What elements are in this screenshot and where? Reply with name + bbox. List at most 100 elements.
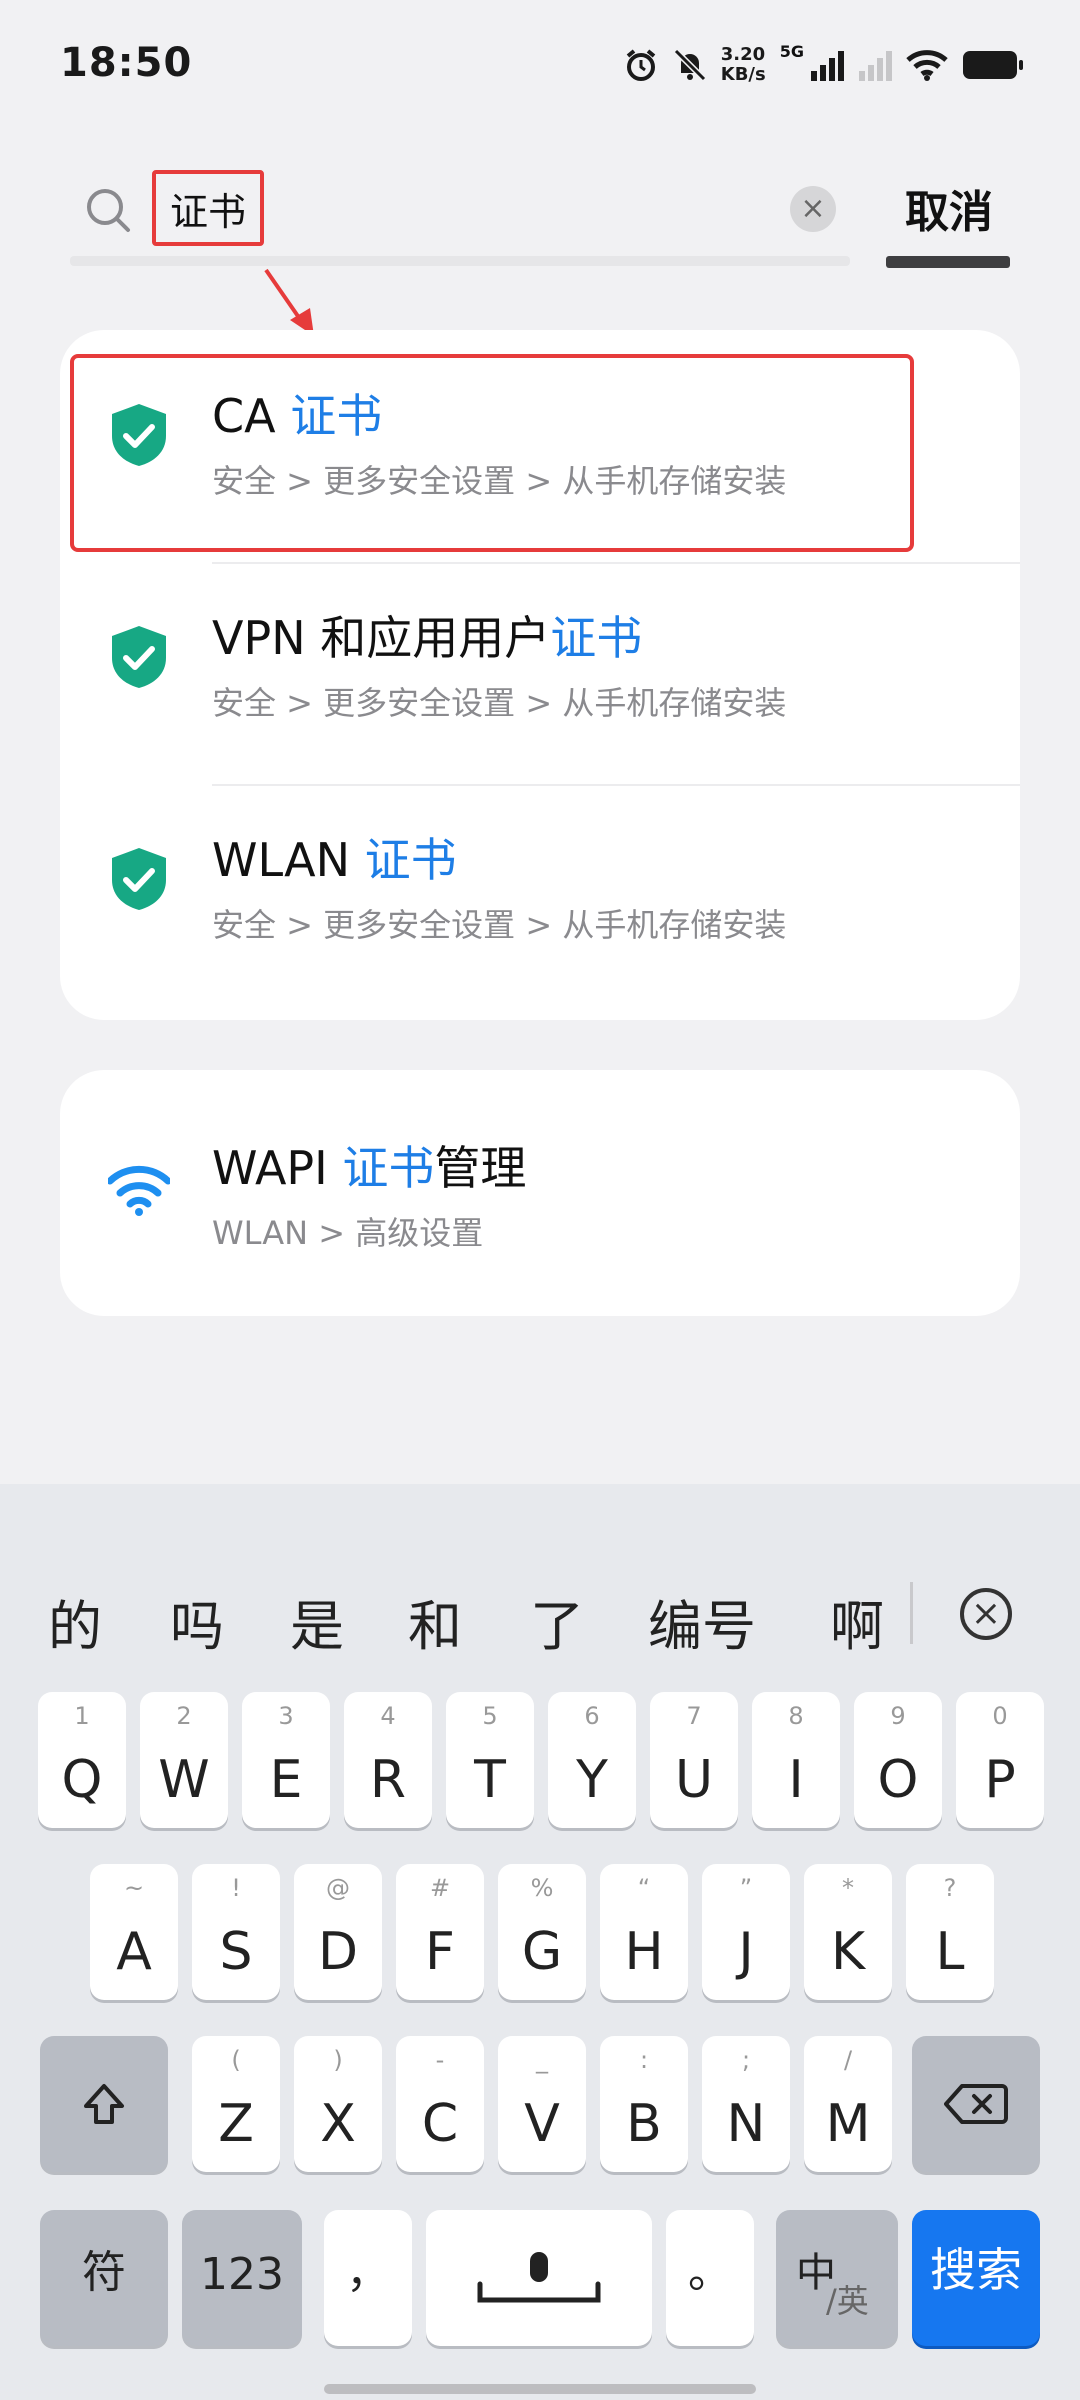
wifi-status-icon <box>906 50 948 81</box>
results-card-wlan: WAPI 证书管理 WLAN > 高级设置 <box>60 1070 1020 1316</box>
key-f[interactable]: # F <box>396 1864 484 2000</box>
candidate-bar: 的 吗 是 和 了 编号 啊 × <box>0 1484 1080 1658</box>
key-d[interactable]: @ D <box>294 1864 382 2000</box>
key-sub: 0 <box>992 1702 1008 1730</box>
result-item-wlan-cert[interactable]: WLAN 证书 安全 > 更多安全设置 > 从手机存储安装 <box>60 774 1020 996</box>
key-main: M <box>825 2094 871 2154</box>
key-l[interactable]: ? L <box>906 1864 994 2000</box>
space-key[interactable] <box>426 2210 652 2346</box>
key-sub: 7 <box>686 1702 702 1730</box>
key-r[interactable]: 4R <box>344 1692 432 1828</box>
result-title-prefix: WAPI <box>212 1141 343 1195</box>
candidate-item[interactable]: 的 <box>48 1582 102 1661</box>
key-e[interactable]: 3E <box>242 1692 330 1828</box>
result-path: 安全 > 更多安全设置 > 从手机存储安装 <box>212 684 787 722</box>
result-title: VPN 和应用用户证书 <box>212 602 642 668</box>
key-main: 。 <box>688 2247 732 2298</box>
home-indicator[interactable] <box>324 2384 756 2394</box>
key-a[interactable]: ~ A <box>90 1864 178 2000</box>
key-sub: % <box>530 1874 554 1902</box>
shift-key[interactable] <box>40 2036 168 2172</box>
key-main: H <box>624 1922 664 1982</box>
key-main: R <box>369 1750 407 1810</box>
key-g[interactable]: % G <box>498 1864 586 2000</box>
key-main: K <box>830 1922 866 1982</box>
key-sub: ~ <box>123 1874 145 1902</box>
result-title-highlight: 证书 <box>342 1141 435 1195</box>
candidate-divider <box>910 1582 913 1644</box>
key-sub: 3 <box>278 1702 294 1730</box>
key-sub: / <box>843 2046 853 2074</box>
result-item-wapi-cert[interactable]: WAPI 证书管理 WLAN > 高级设置 <box>60 1082 1020 1304</box>
backspace-icon <box>944 2084 1008 2124</box>
result-item-vpn-cert[interactable]: VPN 和应用用户证书 安全 > 更多安全设置 > 从手机存储安装 <box>60 552 1020 774</box>
candidate-item[interactable]: 了 <box>530 1582 584 1661</box>
bell-off-icon <box>673 48 706 82</box>
key-main: P <box>984 1750 1016 1810</box>
key-sub: : <box>639 2046 649 2074</box>
collapse-candidates-button[interactable]: × <box>960 1588 1012 1640</box>
key-m[interactable]: / M <box>804 2036 892 2172</box>
speed-unit: KB/s <box>720 64 766 85</box>
key-z[interactable]: (Z <box>192 2036 280 2172</box>
search-underline <box>70 256 850 266</box>
symbols-key[interactable]: 符 <box>40 2210 168 2346</box>
period-key[interactable]: 。 <box>666 2210 754 2346</box>
candidate-item[interactable]: 和 <box>408 1582 462 1661</box>
key-v[interactable]: _ V <box>498 2036 586 2172</box>
result-path: WLAN > 高级设置 <box>212 1214 484 1252</box>
key-main: D <box>317 1922 359 1982</box>
backspace-key[interactable] <box>912 2036 1040 2172</box>
key-main: T <box>474 1750 506 1810</box>
key-h[interactable]: “H <box>600 1864 688 2000</box>
keyboard: 的 吗 是 和 了 编号 啊 × 1Q 2W 3E 4R 5T 6Y 7U 8I… <box>0 1484 1080 2400</box>
candidate-item[interactable]: 啊 <box>830 1582 884 1661</box>
key-j[interactable]: ” J <box>702 1864 790 2000</box>
candidate-item[interactable]: 是 <box>290 1582 344 1661</box>
key-q[interactable]: 1Q <box>38 1692 126 1828</box>
key-s[interactable]: ! S <box>192 1864 280 2000</box>
key-sub: 9 <box>890 1702 906 1730</box>
candidate-item[interactable]: 编号 <box>648 1582 756 1661</box>
key-t[interactable]: 5T <box>446 1692 534 1828</box>
key-y[interactable]: 6Y <box>548 1692 636 1828</box>
key-sub: _ <box>536 2046 548 2074</box>
microphone-icon <box>477 2252 601 2303</box>
search-icon <box>87 189 130 232</box>
key-main: U <box>674 1750 714 1810</box>
candidate-item[interactable]: 吗 <box>170 1582 224 1661</box>
close-icon: × <box>970 1593 1002 1634</box>
search-input[interactable]: 证书 <box>152 170 264 246</box>
key-x[interactable]: ) X <box>294 2036 382 2172</box>
key-k[interactable]: * K <box>804 1864 892 2000</box>
key-sub: - <box>435 2046 445 2074</box>
status-time: 18:50 <box>60 40 193 86</box>
language-switch-key[interactable]: 中 /英 <box>776 2210 898 2346</box>
key-i[interactable]: 8I <box>752 1692 840 1828</box>
key-sub: * <box>842 1874 854 1902</box>
key-main: N <box>726 2094 766 2154</box>
key-main: S <box>219 1922 253 1982</box>
status-icons: 3.20 KB/s 5G <box>623 40 1024 90</box>
key-c[interactable]: -C <box>396 2036 484 2172</box>
key-w[interactable]: 2W <box>140 1692 228 1828</box>
result-path: 安全 > 更多安全设置 > 从手机存储安装 <box>212 906 787 944</box>
key-sub: ? <box>943 1874 957 1902</box>
numbers-key[interactable]: 123 <box>182 2210 302 2346</box>
shield-check-icon <box>112 626 166 688</box>
comma-key[interactable]: ， <box>324 2210 412 2346</box>
search-key[interactable]: 搜索 <box>912 2210 1040 2346</box>
cancel-button[interactable]: 取消 <box>886 172 1012 244</box>
key-sub: ( <box>231 2046 241 2074</box>
key-u[interactable]: 7U <box>650 1692 738 1828</box>
key-sub: 5 <box>482 1702 498 1730</box>
clear-search-button[interactable]: × <box>790 186 836 232</box>
key-b[interactable]: :B <box>600 2036 688 2172</box>
key-sub: # <box>429 1874 451 1902</box>
key-n[interactable]: ; N <box>702 2036 790 2172</box>
key-main: A <box>116 1922 152 1982</box>
key-main: B <box>626 2094 662 2154</box>
key-main: J <box>738 1922 754 1982</box>
key-p[interactable]: 0P <box>956 1692 1044 1828</box>
key-o[interactable]: 9O <box>854 1692 942 1828</box>
